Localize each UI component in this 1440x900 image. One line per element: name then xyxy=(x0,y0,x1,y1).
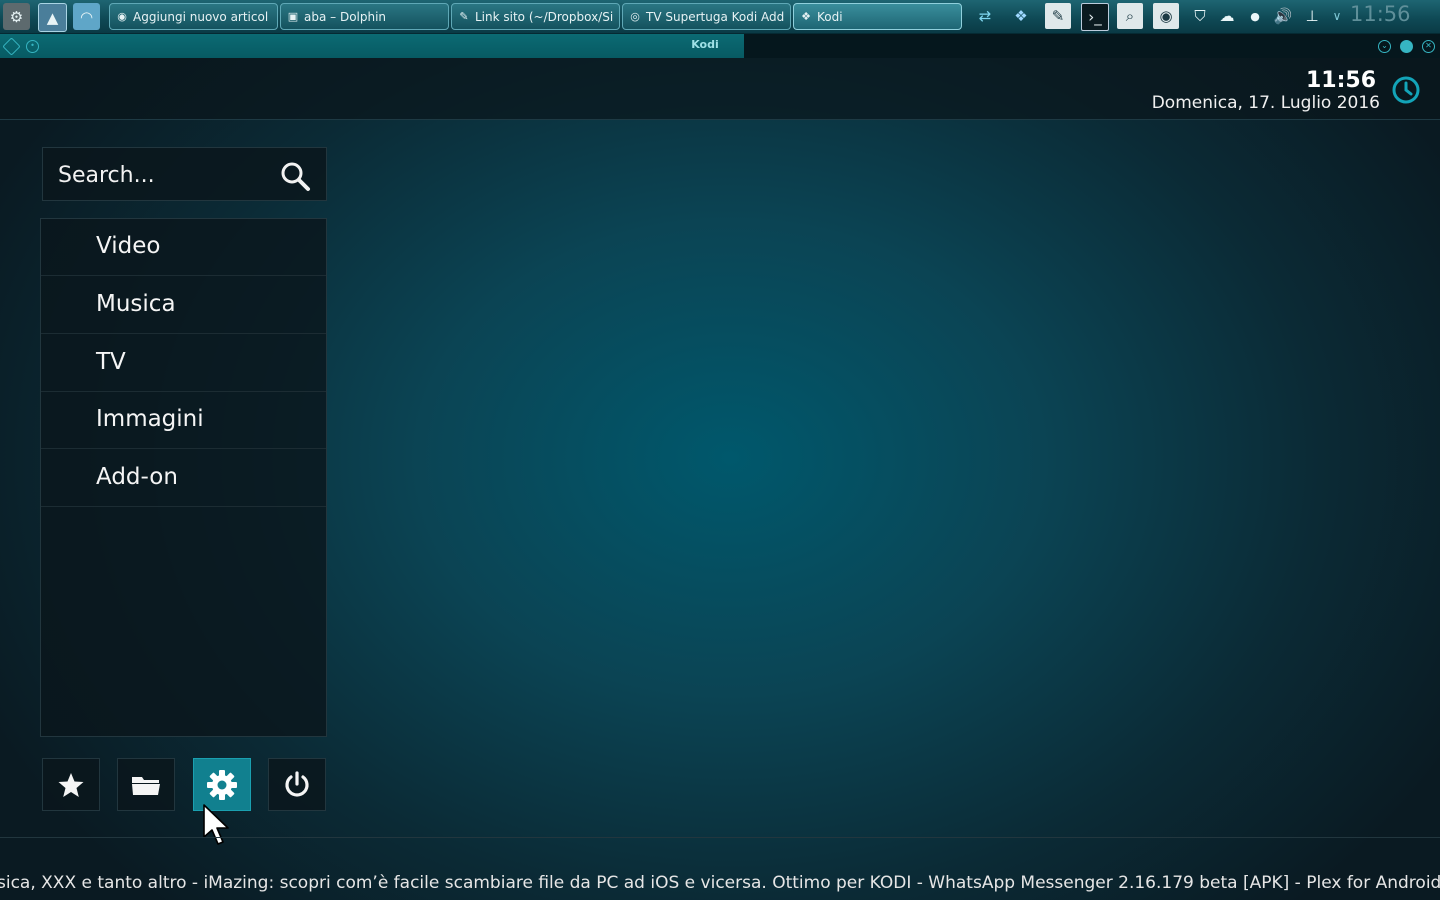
terminal-icon[interactable]: ›_ xyxy=(1081,3,1109,31)
kodi-tray-icon[interactable]: ❖ xyxy=(1009,4,1033,28)
screenshot-icon: ◎ xyxy=(630,9,640,23)
menu-item-label: Add-on xyxy=(96,464,178,490)
image-icon: ▣ xyxy=(287,9,299,23)
menu-item-label: Video xyxy=(96,233,161,259)
cloud-icon[interactable]: ☁ xyxy=(1215,4,1239,28)
menu-item-addons[interactable]: Add-on xyxy=(41,450,326,507)
mouse-cursor-icon xyxy=(203,804,229,845)
task-dolphin[interactable]: ▣ aba – Dolphin xyxy=(280,3,449,30)
task-label: Aggiungi nuovo articol xyxy=(133,9,269,24)
editor-icon: ✎ xyxy=(459,9,469,23)
network-icon[interactable]: ⊥ xyxy=(1300,4,1324,28)
top-bar: 11:56 Domenica, 17. Luglio 2016 xyxy=(0,58,1440,120)
browser-icon: ◉ xyxy=(117,9,127,23)
task-label: aba – Dolphin xyxy=(304,9,387,24)
system-settings-icon[interactable]: ⚙ xyxy=(3,3,30,30)
task-browser[interactable]: ◉ Aggiungi nuovo articol xyxy=(109,3,278,30)
footer-divider xyxy=(0,837,1440,838)
image-viewer-icon[interactable]: ▲ xyxy=(38,3,67,32)
star-icon xyxy=(58,772,84,797)
search-tray-icon[interactable]: ⌕ xyxy=(1117,3,1143,29)
titlebar-accent xyxy=(0,34,744,58)
menu-item-video[interactable]: Video xyxy=(41,219,326,276)
rss-ticker-text: sica, XXX e tanto altro - iMazing: scopr… xyxy=(0,873,1440,893)
menu-item-label: TV xyxy=(96,349,126,375)
task-label: TV Supertuga Kodi Add xyxy=(646,9,785,24)
task-label: Kodi xyxy=(817,9,843,24)
folder-icon xyxy=(132,776,160,795)
menu-item-pictures[interactable]: Immagini xyxy=(41,392,326,449)
task-editor[interactable]: ✎ Link sito (~/Dropbox/Si xyxy=(451,3,620,30)
power-button[interactable] xyxy=(268,758,326,811)
kodi-home: 11:56 Domenica, 17. Luglio 2016 Search..… xyxy=(0,58,1440,900)
maximize-icon[interactable] xyxy=(1400,40,1413,53)
close-icon[interactable]: ✕ xyxy=(1422,40,1435,53)
chevron-down-icon[interactable]: ∨ xyxy=(1325,4,1349,28)
menu-item-label: Musica xyxy=(96,291,176,317)
task-screenshot[interactable]: ◎ TV Supertuga Kodi Add xyxy=(622,3,791,30)
mail-icon[interactable]: ● xyxy=(1243,4,1267,28)
pin-icon[interactable]: • xyxy=(26,40,39,53)
notes-icon[interactable]: ✎ xyxy=(1045,3,1071,29)
file-manager-button[interactable] xyxy=(117,758,175,811)
main-menu: Video Musica TV Immagini Add-on xyxy=(40,218,327,737)
power-icon xyxy=(285,770,309,797)
task-label: Link sito (~/Dropbox/Si xyxy=(475,9,614,24)
system-taskbar: ⚙ ▲ ◠ ◉ Aggiungi nuovo articol ▣ aba – D… xyxy=(0,0,1440,34)
volume-icon[interactable]: 🔊 xyxy=(1271,4,1295,28)
kodi-icon: ❖ xyxy=(801,9,811,23)
system-clock[interactable]: 11:56 xyxy=(1350,2,1411,26)
menu-item-tv[interactable]: TV xyxy=(41,335,326,392)
clock-date: Domenica, 17. Luglio 2016 xyxy=(1151,93,1380,113)
window-titlebar[interactable]: • Kodi ⌄ ✕ xyxy=(0,34,1440,58)
teamviewer-icon[interactable]: ⇄ xyxy=(973,4,997,28)
search-label: Search... xyxy=(58,163,155,188)
menu-item-music[interactable]: Musica xyxy=(41,277,326,334)
gear-icon xyxy=(207,769,237,800)
favourites-button[interactable] xyxy=(42,758,100,811)
clock-icon xyxy=(1392,76,1420,104)
search-bar[interactable]: Search... xyxy=(42,147,327,201)
search-icon[interactable] xyxy=(279,160,311,192)
rss-ticker: sica, XXX e tanto altro - iMazing: scopr… xyxy=(0,870,1440,900)
task-kodi[interactable]: ❖ Kodi xyxy=(793,3,962,30)
minimize-icon[interactable]: ⌄ xyxy=(1378,40,1391,53)
shield-icon[interactable]: ⛉ xyxy=(1188,4,1212,28)
menu-item-label: Immagini xyxy=(96,406,204,432)
dolphin-icon[interactable]: ◠ xyxy=(73,3,100,30)
clock-time: 11:56 xyxy=(1305,68,1376,93)
window-title: Kodi xyxy=(691,38,719,51)
backup-icon[interactable]: ◉ xyxy=(1153,3,1179,29)
